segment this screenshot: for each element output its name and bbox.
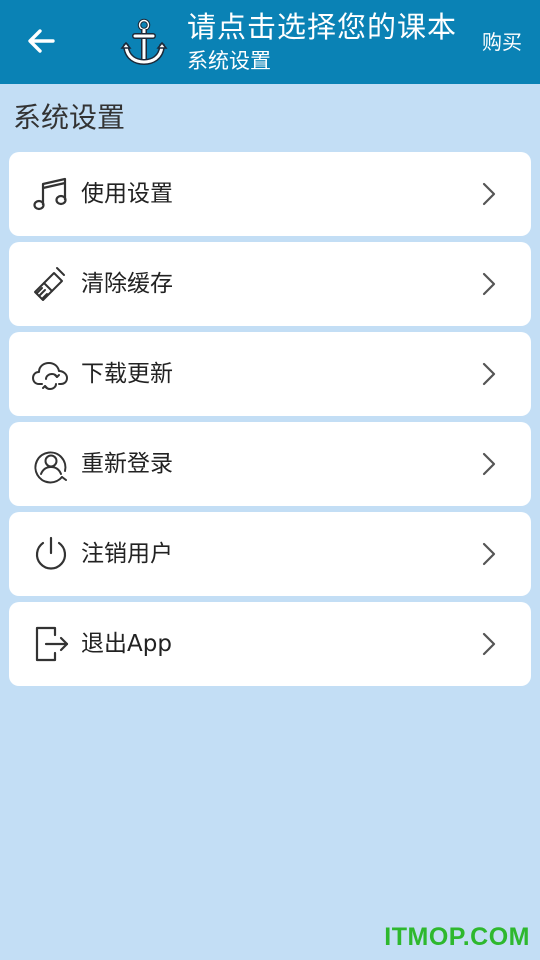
chevron-right-icon [482,272,496,296]
menu-item-label: 退出App [81,631,172,657]
chevron-right-icon [482,362,496,386]
broom-icon [31,264,71,304]
chevron-right-icon [482,182,496,206]
section-title: 系统设置 [13,101,126,134]
music-note-icon [31,174,71,214]
menu-item-label: 清除缓存 [81,271,173,297]
menu-item-usage-settings[interactable]: 使用设置 [9,152,531,236]
menu-item-label: 使用设置 [81,181,173,207]
chevron-right-icon [482,542,496,566]
arrow-left-icon [28,29,55,53]
menu-item-label: 下载更新 [81,361,173,387]
page-title: 请点击选择您的课本 [187,10,458,44]
chevron-right-icon [482,632,496,656]
buy-button[interactable]: 购买 [482,28,522,56]
menu-item-logout-user[interactable]: 注销用户 [9,512,531,596]
power-icon [31,534,71,574]
watermark: ITMOP.COM [384,923,530,951]
chevron-right-icon [482,452,496,476]
cloud-sync-icon [31,354,71,394]
exit-icon [31,624,71,664]
menu-item-label: 重新登录 [81,451,173,477]
menu-item-download-update[interactable]: 下载更新 [9,332,531,416]
anchor-icon [118,16,170,68]
menu-item-exit-app[interactable]: 退出App [9,602,531,686]
menu-item-relogin[interactable]: 重新登录 [9,422,531,506]
settings-menu: 使用设置 清除缓存 下载更新 重新登录 注销用户 退出App [9,152,531,692]
menu-item-label: 注销用户 [81,541,173,567]
menu-item-clear-cache[interactable]: 清除缓存 [9,242,531,326]
title-block: 请点击选择您的课本 系统设置 [187,8,472,76]
user-circle-icon [31,444,71,484]
page-subtitle: 系统设置 [187,49,271,73]
app-header: 请点击选择您的课本 系统设置 购买 [0,0,540,84]
back-button[interactable] [22,22,60,60]
